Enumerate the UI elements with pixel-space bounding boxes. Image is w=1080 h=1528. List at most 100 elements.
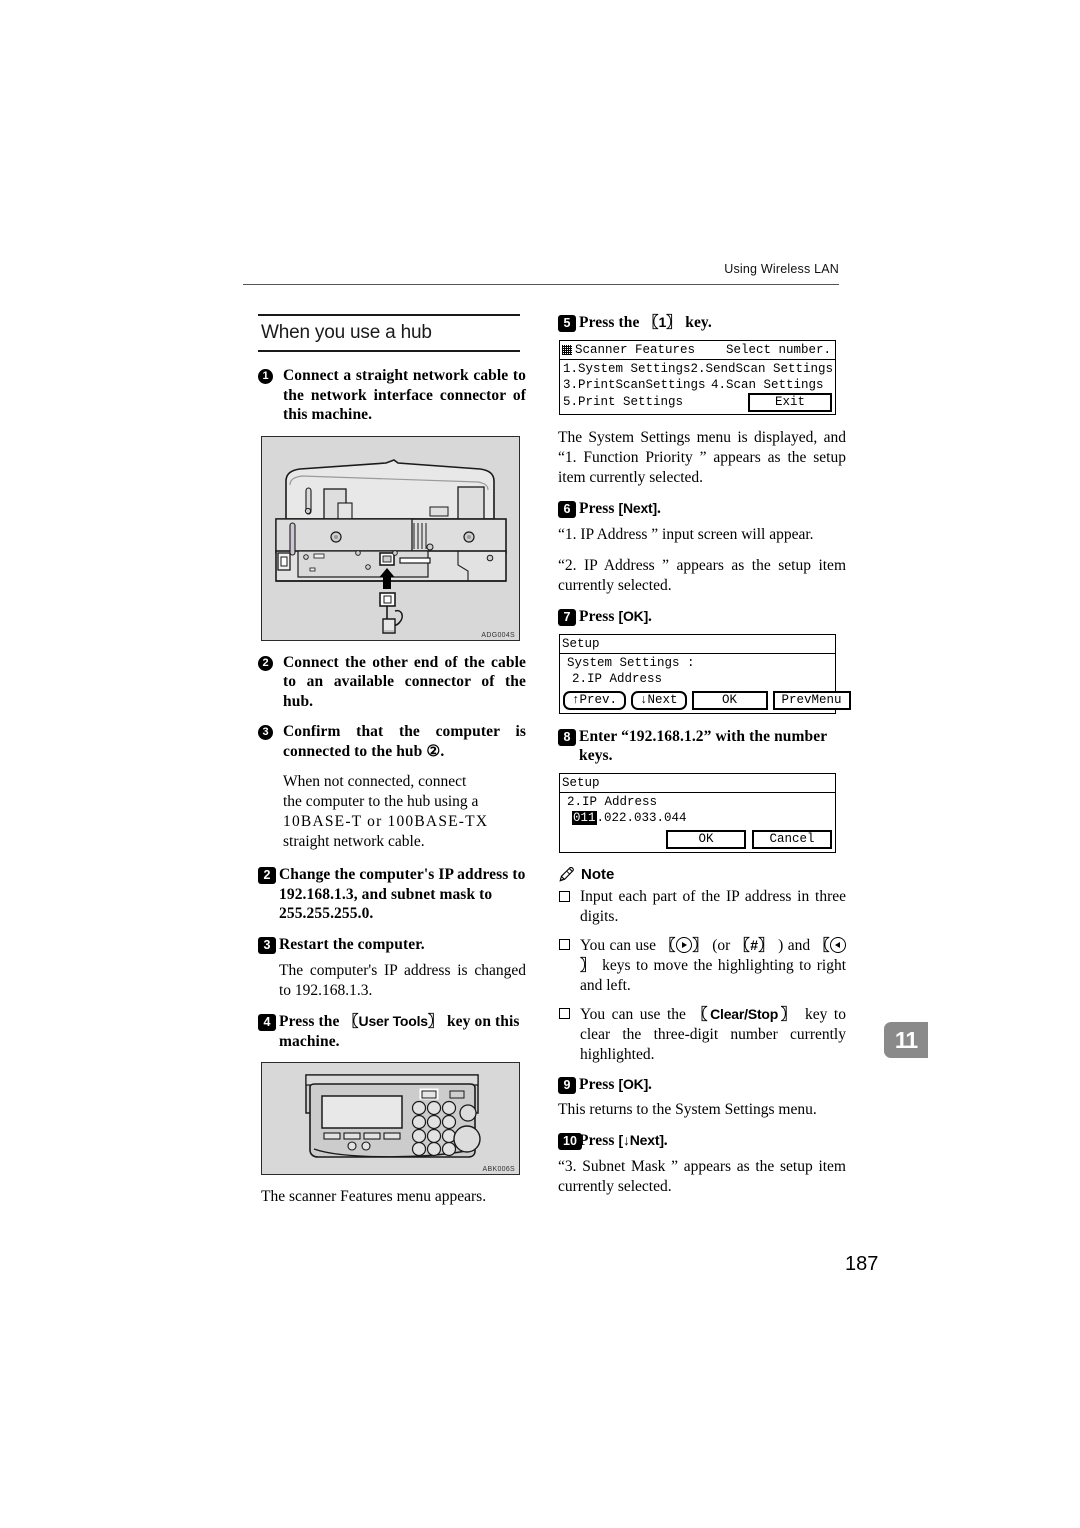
running-header: Using Wireless LAN <box>724 262 839 276</box>
lcd-setup-menu: Setup System Settings : 2.IP Address ↑Pr… <box>559 633 851 714</box>
lcd-highlighted-octet[interactable]: 011 <box>572 810 597 825</box>
step-text: Change the computer's IP address to 192.… <box>279 866 526 922</box>
lcd-menu-item[interactable]: 2.SendScan Settings <box>691 361 834 377</box>
step-text: Press [OK]. <box>579 607 846 627</box>
lcd-exit-button[interactable]: Exit <box>748 392 832 412</box>
left-column: When you use a hub 1 Connect a straight … <box>258 305 526 1218</box>
not-connected-line-2: the computer to the hub using a <box>283 793 479 810</box>
lcd-menu-item[interactable]: 5.Print Settings <box>563 394 683 410</box>
right-column: 5 Press the 〖1〗 key. Scanner Features Se… <box>558 305 851 1208</box>
step-badge: 7 <box>558 609 576 626</box>
lcd-titlebar: Scanner Features Select number. <box>560 341 835 360</box>
keycap-open-bracket: 〖 <box>343 1013 359 1030</box>
keycap-close-bracket: 〗 <box>427 1013 443 1030</box>
pencil-icon <box>559 866 574 882</box>
step-text-prefix: Press the <box>279 1013 344 1030</box>
lcd-ip-value[interactable]: 011.022.033.044 <box>563 810 832 826</box>
step-badge: 10 <box>558 1133 582 1150</box>
lcd-title-group: Scanner Features <box>562 342 695 358</box>
clear-stop-keycap: Clear/Stop <box>710 1005 779 1022</box>
control-panel-diagram <box>262 1063 519 1174</box>
step-text-prefix: Press the <box>579 314 644 331</box>
lcd-cancel-button[interactable]: Cancel <box>752 829 832 849</box>
keycap-close-bracket: 〗 <box>778 1005 799 1023</box>
lcd-line: 2.IP Address <box>572 671 663 686</box>
step-text: Connect the other end of the cable to an… <box>283 653 526 710</box>
lcd-menu-item[interactable]: 1.System Settings <box>563 361 691 377</box>
step-badge: 1 <box>258 369 273 384</box>
keycap-close-bracket: 〗 <box>666 314 682 331</box>
step-badge: 6 <box>558 500 576 518</box>
ok-keycap: [OK] <box>618 1075 649 1092</box>
step-text-prefix: Press <box>579 608 619 625</box>
step-badge: 9 <box>558 1076 576 1094</box>
section-rule-top <box>258 314 520 316</box>
lcd-ok-button[interactable]: OK <box>666 829 746 849</box>
step-item: 2 Connect the other end of the cable to … <box>258 653 526 712</box>
step-5-result: The System Settings menu is displayed, a… <box>558 428 846 486</box>
lcd-prevmenu-button[interactable]: PrevMenu <box>772 690 851 710</box>
step-text: Restart the computer. <box>279 935 425 953</box>
ok-keycap: [OK] <box>618 608 649 624</box>
step-text-prefix: Press <box>579 1075 619 1093</box>
keycap-close-bracket: 〗 <box>580 956 597 974</box>
step-item: 3 Confirm that the computer is connected… <box>258 722 526 761</box>
lcd-titlebar: Setup <box>560 774 835 793</box>
hash-keycap: # <box>750 936 758 953</box>
step-badge: 2 <box>258 655 273 671</box>
chapter-tab: 11 <box>884 1022 928 1058</box>
step-badge: 4 <box>258 1014 276 1031</box>
keycap-close-bracket: 〗 <box>691 936 708 954</box>
lcd-prev-button[interactable]: ↑Prev. <box>563 690 627 710</box>
keycap-open-bracket: 〖 <box>660 936 676 954</box>
note-heading-label: Note <box>581 865 615 883</box>
lcd-ok-button[interactable]: OK <box>691 690 768 710</box>
step-item: 6 Press [Next]. <box>558 499 846 519</box>
step-text-suffix: . <box>648 1075 653 1093</box>
lcd-body: 2.IP Address 011.022.033.044 <box>560 793 835 828</box>
lcd-menu-row: 5.Print Settings Exit <box>563 392 832 412</box>
not-connected-line-4: straight network cable. <box>283 833 425 850</box>
lcd-title-right: Select number. <box>725 342 831 357</box>
user-tools-keycap: User Tools <box>358 1013 429 1029</box>
lcd-menu-item[interactable]: 4.Scan Settings <box>711 377 824 393</box>
control-panel-illustration: ABK006S <box>261 1062 520 1175</box>
lcd-next-button[interactable]: ↓Next <box>631 690 687 710</box>
step-6-result-1: “1. IP Address ” input screen will appea… <box>558 526 814 543</box>
note-text: You can use the 〖Clear/Stop〗 key to clea… <box>580 1005 846 1063</box>
lcd-menu-row: 1.System Settings 2.SendScan Settings <box>563 361 834 377</box>
lcd-menu-row: 3.PrintScanSettings 4.Scan Settings <box>563 377 832 393</box>
not-connected-line-3: 10BASE-T or 100BASE-TX <box>283 813 489 830</box>
keycap-close-bracket: 〗 <box>757 936 774 954</box>
lcd-button-row: OK Cancel <box>560 828 835 852</box>
step-10-result: “3. Subnet Mask ” appears as the setup i… <box>558 1157 846 1195</box>
keycap-open-bracket: 〖 <box>734 936 751 954</box>
step-badge: 5 <box>558 315 576 332</box>
step-text: Connect a straight network cable to the … <box>283 367 526 423</box>
lcd-menu-item[interactable]: 3.PrintScanSettings <box>563 377 711 393</box>
step-text-suffix: . <box>648 608 653 625</box>
step-item: 4 Press the 〖User Tools〗 key on this mac… <box>258 1012 526 1051</box>
step-item: 3 Restart the computer. <box>258 935 526 955</box>
note-bullet-icon <box>559 890 570 902</box>
keycap-open-bracket: 〖 <box>814 936 830 954</box>
illustration-code: ABK006S <box>482 1166 515 1173</box>
machine-rear-illustration: ADG004S <box>261 435 520 641</box>
lcd-scanner-features: Scanner Features Select number. 1.System… <box>559 339 836 415</box>
step-text: Press the 〖User Tools〗 key on this machi… <box>279 1012 526 1051</box>
step-text-suffix: key. <box>681 314 712 331</box>
number-1-keycap: 1 <box>658 314 667 330</box>
lcd-title: Setup <box>562 636 600 651</box>
note-item: Input each part of the IP address in thr… <box>558 887 846 927</box>
note-heading: Note <box>558 866 846 883</box>
step-6-result-2: “2. IP Address ” appears as the setup it… <box>558 557 846 594</box>
next-keycap: [Next] <box>618 499 658 516</box>
step-text-suffix: . <box>663 1132 668 1149</box>
section-rule-bottom <box>258 350 520 352</box>
note-bullet-icon <box>559 1007 570 1019</box>
step-item: 8 Enter “192.168.1.2” with the number ke… <box>558 727 846 766</box>
note-item: You can use 〖〗 (or 〖#〗 ) and 〖〗 keys to … <box>558 935 846 996</box>
step-text-prefix: Press <box>579 499 619 517</box>
not-connected-line-1: When not connected, connect <box>283 773 467 790</box>
lcd-ip-address-input: Setup 2.IP Address 011.022.033.044 OK Ca… <box>559 772 836 853</box>
